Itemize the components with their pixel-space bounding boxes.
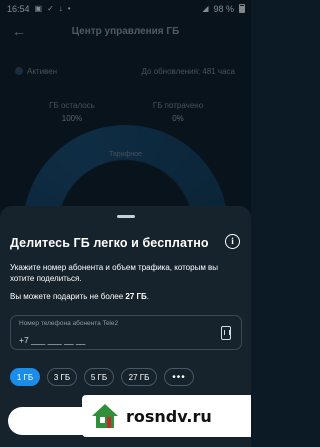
sheet-title: Делитесь ГБ легко и бесплатно	[10, 236, 209, 250]
phone-input[interactable]	[19, 334, 209, 346]
house-logo-icon	[92, 404, 118, 428]
chip-5gb[interactable]: 5 ГБ	[84, 368, 114, 386]
chip-27gb[interactable]: 27 ГБ	[121, 368, 157, 386]
rosndv-watermark: rosndv.ru	[82, 395, 251, 437]
limit-value: 27 ГБ	[125, 292, 147, 301]
limit-prefix: Вы можете подарить не более	[10, 292, 126, 301]
more-options-icon[interactable]: •••	[164, 368, 194, 386]
app-screen: 16:54 ▣ ✓ ↓ • ◢ 98 % ← Центр управления …	[0, 0, 251, 447]
limit-suffix: .	[146, 292, 150, 301]
phone-field[interactable]: Номер телефона абонента Tele2	[10, 315, 242, 350]
watermark-text: rosndv.ru	[126, 406, 212, 426]
sheet-description: Укажите номер абонента и объем трафика, …	[10, 263, 219, 283]
chip-1gb[interactable]: 1 ГБ	[10, 368, 40, 386]
sheet-drag-handle[interactable]	[117, 215, 135, 218]
chip-3gb[interactable]: 3 ГБ	[47, 368, 77, 386]
contacts-icon[interactable]	[221, 326, 231, 340]
gb-amount-chips: 1 ГБ 3 ГБ 5 ГБ 27 ГБ •••	[10, 368, 194, 386]
phone-field-label: Номер телефона абонента Tele2	[19, 320, 119, 327]
info-icon[interactable]: i	[225, 234, 240, 249]
limit-text: Вы можете подарить не более 27 ГБ.	[10, 292, 149, 301]
